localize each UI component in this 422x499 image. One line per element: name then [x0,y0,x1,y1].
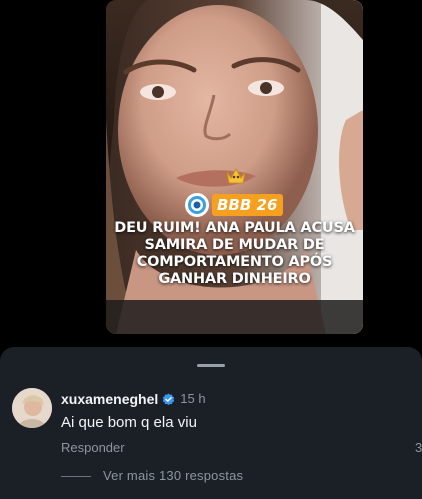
sheet-drag-handle[interactable] [197,364,225,367]
crown-emoji-icon [226,167,246,184]
replies-divider [61,475,91,477]
comment-header: xuxameneghel 15 h [61,391,206,407]
headline-line: DEU RUIM! ANA PAULA ACUSA [114,220,355,236]
comment-text: Ai que bom q ela viu [61,414,197,431]
screen: BBB 26 DEU RUIM! ANA PAULA ACUSA SAMIRA … [0,0,422,499]
headline-line: SAMIRA DE MUDAR DE [144,237,325,253]
view-more-replies-label: Ver mais 130 respostas [103,468,244,483]
comment-time: 15 h [180,391,206,406]
user-avatar-icon [12,388,52,428]
bbb-badge: BBB 26 [184,192,284,218]
headline-line: GANHAR DINHEIRO [158,271,311,287]
comments-sheet: xuxameneghel 15 h Ai que bom q ela viu R… [0,347,422,499]
comment-item: xuxameneghel 15 h Ai que bom q ela viu R… [12,388,422,458]
like-count[interactable]: 3 [415,440,422,456]
comment-username[interactable]: xuxameneghel [61,391,158,407]
reel-headline: DEU RUIM! ANA PAULA ACUSA SAMIRA DE MUDA… [106,220,363,288]
view-more-replies-button[interactable]: Ver mais 130 respostas [61,468,243,484]
avatar[interactable] [12,388,52,428]
headline-line: COMPORTAMENTO APÓS [136,254,333,270]
verified-badge-icon [163,392,175,405]
bbb-badge-label: BBB 26 [212,194,284,216]
reel-preview[interactable]: BBB 26 DEU RUIM! ANA PAULA ACUSA SAMIRA … [106,0,363,334]
reply-button[interactable]: Responder [61,440,125,456]
bbb-eye-logo-icon [185,193,209,217]
